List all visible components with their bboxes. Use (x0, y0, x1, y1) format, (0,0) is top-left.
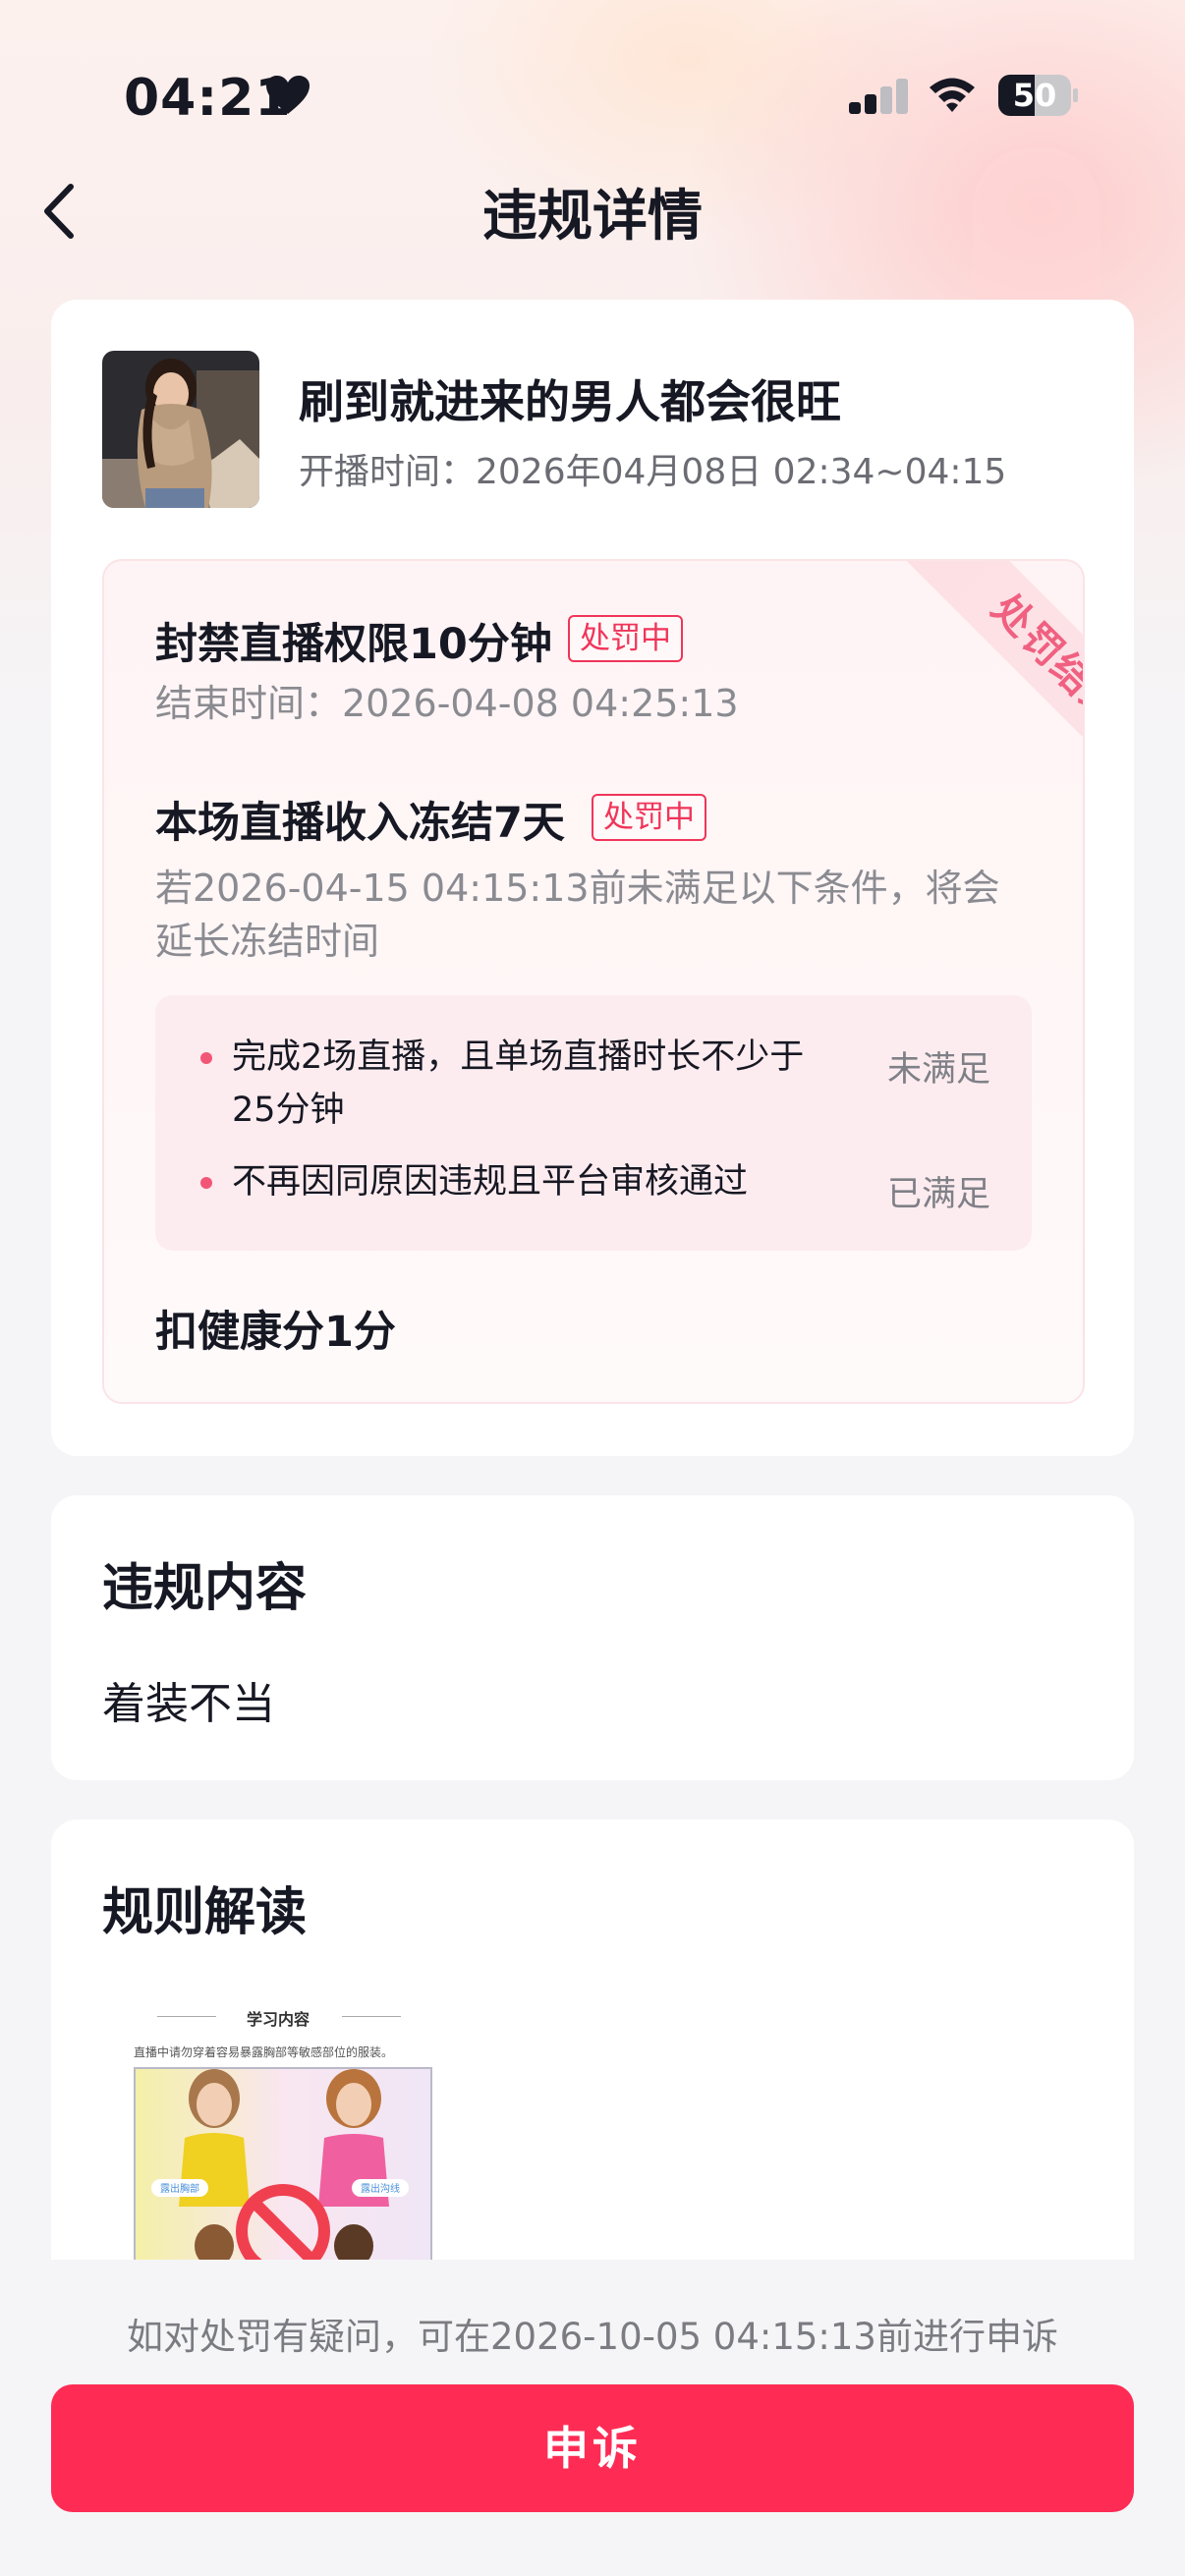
section-title: 规则解读 (102, 1883, 308, 1942)
violation-content: 着装不当 (102, 1679, 275, 1729)
live-time: 开播时间：2026年04月08日 02:34~04:15 (299, 452, 1007, 492)
penalty-title: 封禁直播权限10分钟 (155, 620, 552, 669)
live-thumbnail[interactable] (102, 351, 259, 508)
battery-label: 50 (1012, 77, 1057, 114)
signal-icon (849, 79, 908, 114)
rule-image-heading: 学习内容 (246, 2010, 310, 2029)
condition-status: 已满足 (886, 1175, 990, 1214)
appeal-hint: 如对处罚有疑问，可在2026-10-05 04:15:13前进行申诉 (127, 2316, 1058, 2358)
section-title: 违规内容 (102, 1559, 308, 1618)
conditions-box: 完成2场直播，且单场直播时长不少于25分钟 未满足 不再因同原因违规且平台审核通… (155, 995, 1032, 1251)
page-title: 违规详情 (482, 185, 703, 249)
rule-label-right: 露出沟线 (361, 2182, 400, 2195)
rules-card: 规则解读 学习内容 直播中请勿穿着容易暴露胸部等敏感部位的服装。 露出胸部 露出… (51, 1820, 1134, 2330)
rule-image-desc: 直播中请勿穿着容易暴露胸部等敏感部位的服装。 (134, 2045, 394, 2059)
rule-illustration[interactable]: 学习内容 直播中请勿穿着容易暴露胸部等敏感部位的服装。 露出胸部 露出沟线 (128, 1988, 432, 2268)
penalty-result-box: 处罚结果 封禁直播权限10分钟 处罚中 结束时间：2026-04-08 04:2… (102, 559, 1085, 1404)
penalty-status-tag: 处罚中 (592, 794, 706, 841)
penalty-result-ribbon: 处罚结果 (899, 561, 1083, 818)
appeal-button[interactable]: 申诉 (51, 2384, 1134, 2512)
condition-status: 未满足 (886, 1050, 990, 1090)
penalty-status-tag: 处罚中 (568, 615, 683, 662)
penalty-freeze-note: 若2026-04-15 04:15:13前未满足以下条件，将会延长冻结时间 (155, 867, 1000, 963)
penalty-title: 本场直播收入冻结7天 (155, 799, 565, 848)
wifi-icon (930, 78, 975, 112)
rule-image-picture: 露出胸部 露出沟线 (134, 2067, 432, 2268)
live-title: 刷到就进来的男人都会很旺 (299, 375, 841, 428)
heart-icon (266, 76, 310, 114)
bullet-dot (200, 1177, 212, 1189)
violation-card: 违规内容 着装不当 (51, 1495, 1134, 1780)
penalty-card: 刷到就进来的男人都会很旺 开播时间：2026年04月08日 02:34~04:1… (51, 300, 1134, 1456)
penalty-end-time: 结束时间：2026-04-08 04:25:13 (155, 682, 739, 725)
health-score-penalty: 扣健康分1分 (155, 1308, 396, 1357)
bullet-dot (200, 1052, 212, 1064)
battery-indicator: 50 (998, 75, 1078, 116)
rule-label-left: 露出胸部 (160, 2182, 199, 2195)
condition-text: 不再因同原因违规且平台审核通过 (232, 1162, 749, 1202)
condition-text: 完成2场直播，且单场直播时长不少于25分钟 (232, 1037, 805, 1130)
